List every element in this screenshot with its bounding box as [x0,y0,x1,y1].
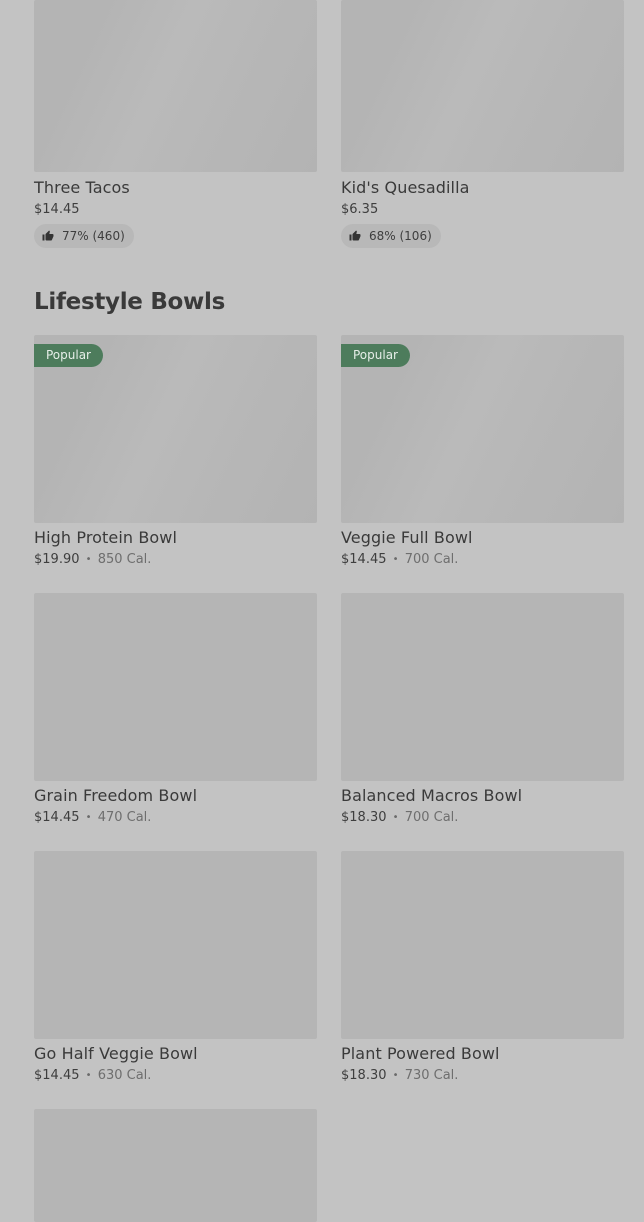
item-price-line: $18.30 • 730 Cal. [341,1068,624,1085]
rating-badge: 68% (106) [341,224,441,248]
item-name: Plant Powered Bowl [341,1044,500,1063]
item-name: High Protein Bowl [34,528,178,547]
rating-badge: 77% (460) [34,224,134,248]
separator-dot: • [392,554,399,565]
menu-item-card[interactable]: Plant Powered Bowl $18.30 • 730 Cal. [341,851,624,1085]
separator-dot: • [85,1070,92,1081]
item-calories: 730 Cal. [404,1068,459,1083]
rating-text: 68% (106) [369,229,432,243]
menu-item-card[interactable] [34,1109,317,1222]
item-price-line: $19.90 • 850 Cal. [34,552,317,569]
menu-item-card[interactable]: Popular High Protein Bowl $19.90 • 850 C… [34,335,317,569]
item-image[interactable] [341,0,624,172]
item-name: Kid's Quesadilla [341,178,470,197]
item-price: $14.45 [34,202,80,217]
item-price-line: $14.45 [34,202,317,218]
menu-item-card[interactable]: Balanced Macros Bowl $18.30 • 700 Cal. [341,593,624,827]
item-price-line: $14.45 • 470 Cal. [34,810,317,827]
popular-badge: Popular [34,344,103,367]
item-name: Veggie Full Bowl [341,528,473,547]
separator-dot: • [85,554,92,565]
menu-item-card[interactable]: Grain Freedom Bowl $14.45 • 470 Cal. [34,593,317,827]
item-price: $14.45 [34,810,80,825]
item-image[interactable] [34,0,317,172]
menu-item-card[interactable]: Kid's Quesadilla $6.35 68% (106) [341,0,624,248]
item-name: Grain Freedom Bowl [34,786,198,805]
menu-item-card[interactable]: Go Half Veggie Bowl $14.45 • 630 Cal. [34,851,317,1085]
item-price: $19.90 [34,552,80,567]
separator-dot: • [85,812,92,823]
menu-page: Three Tacos $14.45 77% (460) Kid's Quesa… [0,0,644,1222]
separator-dot: • [392,1070,399,1081]
item-price-line: $6.35 [341,202,624,218]
item-image[interactable] [34,851,317,1039]
item-image[interactable]: Popular [34,335,317,523]
item-image[interactable] [341,851,624,1039]
item-price-line: $18.30 • 700 Cal. [341,810,624,827]
item-name: Three Tacos [34,178,130,197]
rating-text: 77% (460) [62,229,125,243]
item-price: $14.45 [34,1068,80,1083]
menu-item-card[interactable]: Three Tacos $14.45 77% (460) [34,0,317,248]
item-image[interactable] [34,1109,317,1222]
item-image[interactable] [341,593,624,781]
menu-item-card[interactable]: Popular Veggie Full Bowl $14.45 • 700 Ca… [341,335,624,569]
item-price-line: $14.45 • 700 Cal. [341,552,624,569]
item-name: Balanced Macros Bowl [341,786,523,805]
item-price: $18.30 [341,810,387,825]
item-price-line: $14.45 • 630 Cal. [34,1068,317,1085]
item-price: $6.35 [341,202,379,217]
item-calories: 850 Cal. [97,552,152,567]
item-image[interactable] [34,593,317,781]
item-calories: 700 Cal. [404,552,459,567]
item-price: $18.30 [341,1068,387,1083]
item-image[interactable]: Popular [341,335,624,523]
thumbs-up-icon [42,230,54,241]
item-calories: 700 Cal. [404,810,459,825]
item-calories: 630 Cal. [97,1068,152,1083]
item-calories: 470 Cal. [97,810,152,825]
section-title: Lifestyle Bowls [34,289,225,315]
separator-dot: • [392,812,399,823]
thumbs-up-icon [349,230,361,241]
item-price: $14.45 [341,552,387,567]
popular-badge: Popular [341,344,410,367]
item-name: Go Half Veggie Bowl [34,1044,198,1063]
